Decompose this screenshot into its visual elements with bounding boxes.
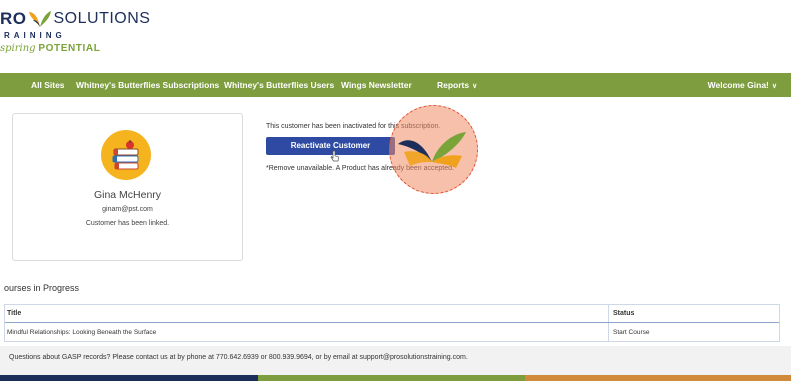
logo-tagline: spiring POTENTIAL: [0, 43, 100, 54]
customer-name: Gina McHenry: [93, 189, 162, 201]
nav-reports[interactable]: Reports ∨: [437, 80, 477, 90]
click-highlight-overlay: [389, 105, 478, 194]
butterfly-logo-icon: [28, 11, 51, 27]
nav-all-sites[interactable]: All Sites: [31, 80, 65, 90]
nav-reports-label: Reports: [437, 80, 470, 90]
courses-table: Title Status Mindful Relationships: Look…: [4, 304, 780, 342]
header-status: Status: [613, 310, 635, 317]
course-title[interactable]: Mindful Relationships: Looking Beneath t…: [7, 329, 156, 336]
nav-users[interactable]: Whitney's Butterflies Users: [224, 80, 334, 90]
books-apple-icon: [112, 140, 139, 170]
nav-wings-newsletter[interactable]: Wings Newsletter: [341, 80, 412, 90]
logo-pro-text: RO: [0, 9, 27, 28]
main-nav: All Sites Whitney's Butterflies Subscrip…: [0, 73, 791, 97]
brand-logo: RO SOLUTIONS RAINING spiring POTENTIAL: [0, 0, 200, 72]
table-header: Title Status: [5, 305, 779, 323]
header-title: Title: [7, 310, 22, 317]
table-row: Mindful Relationships: Looking Beneath t…: [5, 323, 779, 342]
avatar: [101, 130, 151, 180]
tagline-script: spiring: [0, 43, 36, 54]
chevron-down-icon: ∨: [771, 83, 777, 90]
footer-stripe-orange: [525, 375, 791, 381]
logo-solutions-text: SOLUTIONS: [53, 10, 151, 27]
footer-stripe-navy: [0, 375, 258, 381]
courses-in-progress-heading: ourses in Progress: [4, 283, 80, 293]
logo-training-text: RAINING: [4, 31, 66, 40]
pointer-cursor-icon: [330, 150, 339, 162]
welcome-label: Welcome Gina!: [707, 80, 769, 90]
customer-email: ginam@pst.com: [102, 206, 153, 213]
chevron-down-icon: ∨: [472, 83, 478, 90]
start-course-link[interactable]: Start Course: [613, 329, 650, 336]
open-book-butterfly-icon: [398, 132, 466, 168]
tagline-potential: POTENTIAL: [38, 43, 101, 54]
customer-link-status: Customer has been linked.: [85, 220, 170, 227]
customer-profile-card: Gina McHenry ginam@pst.com Customer has …: [12, 113, 243, 261]
nav-subscriptions[interactable]: Whitney's Butterflies Subscriptions: [76, 80, 219, 90]
footer-stripe-green: [258, 375, 525, 381]
user-menu[interactable]: Welcome Gina! ∨: [708, 80, 777, 90]
footer-contact-text: Questions about GASP records? Please con…: [9, 354, 468, 361]
